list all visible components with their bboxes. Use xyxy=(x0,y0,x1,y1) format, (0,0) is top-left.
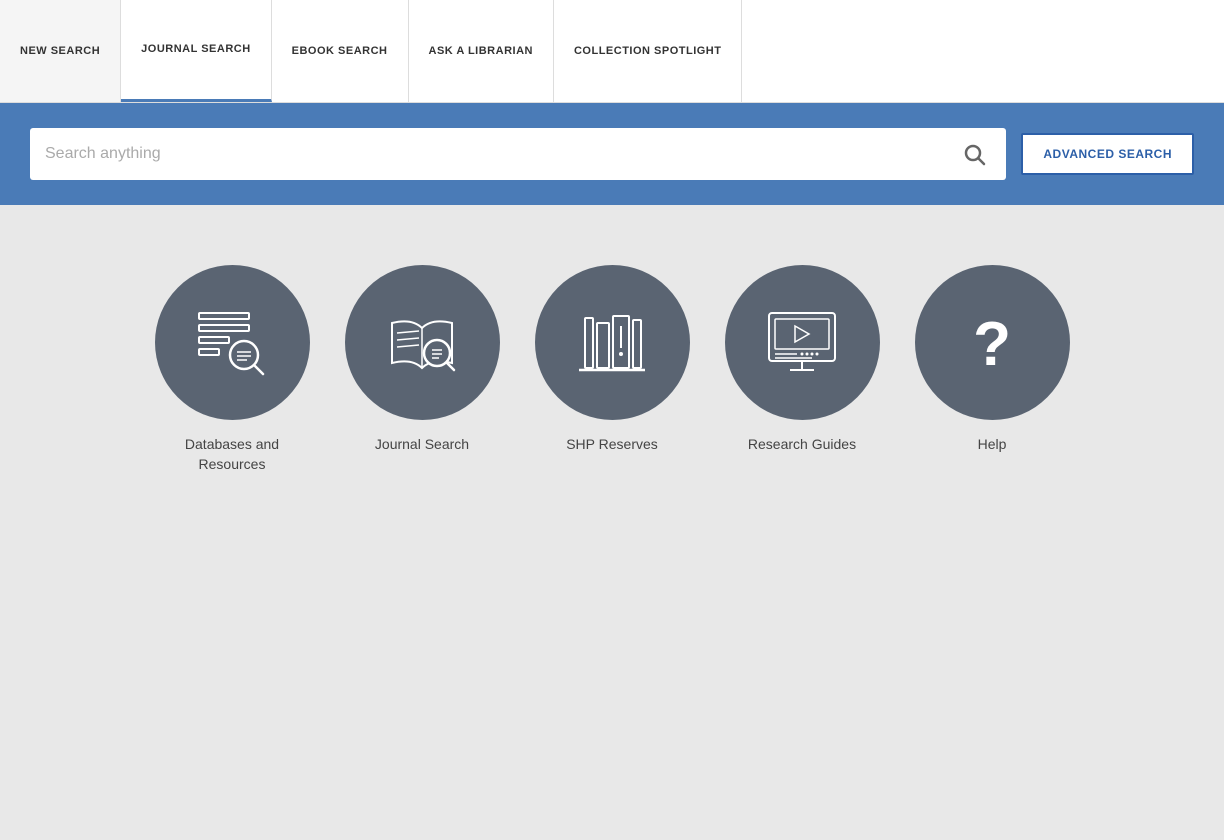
research-guides-icon xyxy=(757,298,847,388)
nav-item-journal-search[interactable]: JOURNAL SEARCH xyxy=(121,0,271,102)
search-input-wrapper xyxy=(30,128,1006,180)
icon-item-shp[interactable]: SHP Reserves xyxy=(532,265,692,474)
icon-item-research[interactable]: Research Guides xyxy=(722,265,882,474)
advanced-search-button[interactable]: ADVANCED SEARCH xyxy=(1021,133,1194,175)
icon-circle-shp xyxy=(535,265,690,420)
search-bar-container: ADVANCED SEARCH xyxy=(0,103,1224,205)
nav-item-new-search[interactable]: NEW SEARCH xyxy=(0,0,121,102)
search-input[interactable] xyxy=(45,145,957,163)
nav-spacer xyxy=(742,0,1224,102)
icon-item-databases[interactable]: Databases and Resources xyxy=(152,265,312,474)
icon-label-help: Help xyxy=(978,435,1007,455)
icon-item-help[interactable]: ? Help xyxy=(912,265,1072,474)
journal-icon xyxy=(377,298,467,388)
svg-text:?: ? xyxy=(973,310,1011,379)
icon-item-journal[interactable]: Journal Search xyxy=(342,265,502,474)
bottom-area xyxy=(0,534,1224,834)
nav-item-collection-spotlight[interactable]: COLLECTION SPOTLIGHT xyxy=(554,0,743,102)
icon-label-shp: SHP Reserves xyxy=(566,435,658,455)
nav-item-ask-librarian[interactable]: ASK A LIBRARIAN xyxy=(409,0,554,102)
help-icon: ? xyxy=(947,298,1037,388)
top-navigation: NEW SEARCH JOURNAL SEARCH EBOOK SEARCH A… xyxy=(0,0,1224,103)
databases-icon xyxy=(187,298,277,388)
icon-circle-journal xyxy=(345,265,500,420)
icon-circle-databases xyxy=(155,265,310,420)
main-content: Databases and Resources Journal Search xyxy=(0,205,1224,534)
nav-item-ebook-search[interactable]: EBOOK SEARCH xyxy=(272,0,409,102)
shp-reserves-icon xyxy=(567,298,657,388)
icon-circle-research xyxy=(725,265,880,420)
icon-label-research: Research Guides xyxy=(748,435,856,455)
icon-label-journal: Journal Search xyxy=(375,435,469,455)
search-button[interactable] xyxy=(957,137,991,171)
search-icon xyxy=(962,142,986,166)
icon-circle-help: ? xyxy=(915,265,1070,420)
icon-label-databases: Databases and Resources xyxy=(152,435,312,474)
